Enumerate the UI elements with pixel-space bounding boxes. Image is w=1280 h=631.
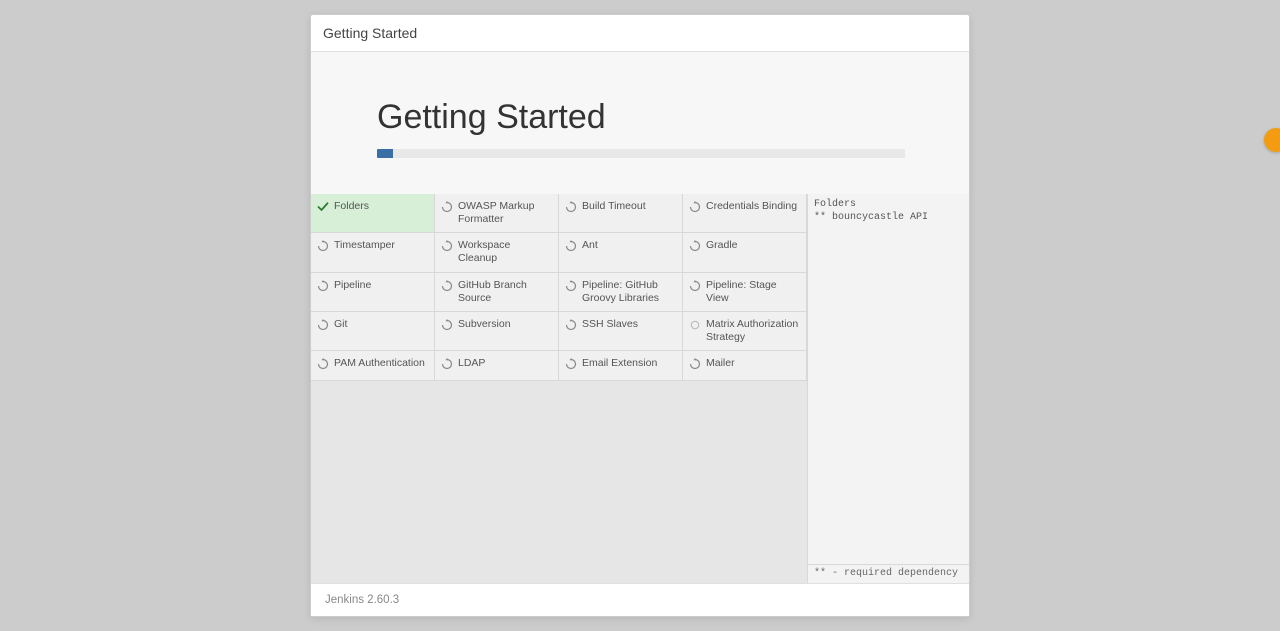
spinner-icon: [689, 279, 701, 292]
plugin-cell: Build Timeout: [559, 194, 683, 233]
plugin-cell: Pipeline: GitHub Groovy Libraries: [559, 273, 683, 312]
check-icon: [317, 200, 329, 213]
plugin-label: Mailer: [706, 357, 800, 370]
plugin-cell: Folders: [311, 194, 435, 233]
install-log-panel: Folders ** bouncycastle API ** - require…: [807, 194, 969, 583]
spinner-icon: [689, 357, 701, 370]
plugin-label: LDAP: [458, 357, 552, 370]
plugin-label: Pipeline: GitHub Groovy Libraries: [582, 279, 676, 305]
modal-header: Getting Started: [311, 15, 969, 52]
setup-wizard-modal: Getting Started Getting Started Folders O…: [310, 14, 970, 617]
pending-icon: [689, 318, 701, 331]
plugin-label: Pipeline: Stage View: [706, 279, 800, 305]
grid-filler: [311, 381, 807, 576]
plugin-label: Credentials Binding: [706, 200, 800, 213]
plugin-label: Pipeline: [334, 279, 428, 292]
spinner-icon: [317, 239, 329, 252]
spinner-icon: [565, 279, 577, 292]
plugin-cell: Pipeline: Stage View: [683, 273, 807, 312]
plugin-label: Email Extension: [582, 357, 676, 370]
plugin-cell: LDAP: [435, 351, 559, 381]
spinner-icon: [565, 357, 577, 370]
plugin-cell: Workspace Cleanup: [435, 233, 559, 272]
plugin-label: PAM Authentication: [334, 357, 428, 370]
plugin-label: Gradle: [706, 239, 800, 252]
plugin-label: Git: [334, 318, 428, 331]
plugin-cell: Email Extension: [559, 351, 683, 381]
spinner-icon: [689, 239, 701, 252]
plugin-label: Workspace Cleanup: [458, 239, 552, 265]
spinner-icon: [565, 200, 577, 213]
spinner-icon: [689, 200, 701, 213]
plugin-label: Ant: [582, 239, 676, 252]
plugin-cell: Ant: [559, 233, 683, 272]
assistant-badge-icon[interactable]: [1264, 128, 1280, 152]
spinner-icon: [441, 239, 453, 252]
plugin-cell: OWASP Markup Formatter: [435, 194, 559, 233]
modal-body: Folders OWASP Markup Formatter Build Timeo…: [311, 194, 969, 583]
spinner-icon: [441, 357, 453, 370]
plugin-label: Folders: [334, 200, 428, 213]
page-title: Getting Started: [377, 98, 903, 137]
modal-title: Getting Started: [323, 25, 417, 41]
plugin-label: Build Timeout: [582, 200, 676, 213]
install-progress-bar: [377, 149, 905, 158]
spinner-icon: [441, 200, 453, 213]
spinner-icon: [317, 357, 329, 370]
plugin-cell: Gradle: [683, 233, 807, 272]
plugin-cell: Mailer: [683, 351, 807, 381]
install-log-legend: ** - required dependency: [808, 564, 969, 583]
plugin-cell: SSH Slaves: [559, 312, 683, 351]
plugin-grid: Folders OWASP Markup Formatter Build Timeo…: [311, 194, 807, 583]
plugin-cell: Subversion: [435, 312, 559, 351]
plugin-cell: Timestamper: [311, 233, 435, 272]
spinner-icon: [441, 318, 453, 331]
plugin-label: Matrix Authorization Strategy: [706, 318, 800, 344]
plugin-label: Subversion: [458, 318, 552, 331]
spinner-icon: [565, 318, 577, 331]
plugin-label: SSH Slaves: [582, 318, 676, 331]
plugin-cell: Matrix Authorization Strategy: [683, 312, 807, 351]
hero-section: Getting Started: [311, 52, 969, 194]
jenkins-version: Jenkins 2.60.3: [325, 594, 399, 606]
plugin-cell: Git: [311, 312, 435, 351]
plugin-label: Timestamper: [334, 239, 428, 252]
spinner-icon: [317, 279, 329, 292]
plugin-label: GitHub Branch Source: [458, 279, 552, 305]
plugin-cell: PAM Authentication: [311, 351, 435, 381]
modal-footer: Jenkins 2.60.3: [311, 583, 969, 616]
spinner-icon: [317, 318, 329, 331]
install-log-content: Folders ** bouncycastle API: [808, 194, 969, 564]
plugin-label: OWASP Markup Formatter: [458, 200, 552, 226]
spinner-icon: [441, 279, 453, 292]
install-progress-fill: [377, 149, 393, 158]
spinner-icon: [565, 239, 577, 252]
plugin-cell: GitHub Branch Source: [435, 273, 559, 312]
plugin-cell: Pipeline: [311, 273, 435, 312]
plugin-cell: Credentials Binding: [683, 194, 807, 233]
